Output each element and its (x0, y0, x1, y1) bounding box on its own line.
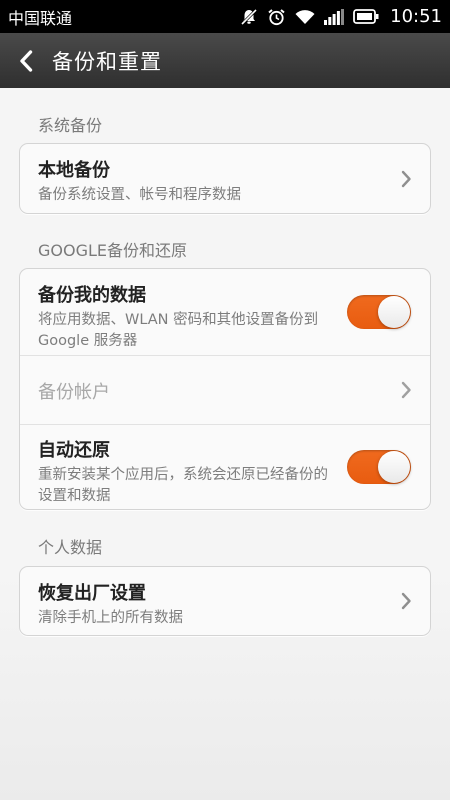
status-icons: 10:51 (240, 6, 442, 27)
list-item-subtitle: 将应用数据、WLAN 密码和其他设置备份到 Google 服务器 (38, 312, 319, 349)
section-label-system-backup: 系统备份 (38, 116, 103, 135)
chevron-right-icon (401, 170, 411, 187)
toggle-knob (378, 296, 410, 328)
list-item-title: 备份我的数据 (38, 285, 146, 306)
chevron-left-icon (20, 49, 33, 72)
status-bar: 中国联通 10:51 (0, 0, 450, 33)
list-item-auto-restore[interactable]: 自动还原 重新安装某个应用后，系统会还原已经备份的设置和数据 (20, 424, 430, 509)
toggle-knob (378, 451, 410, 483)
list-item-factory-reset[interactable]: 恢复出厂设置 清除手机上的所有数据 (20, 567, 430, 635)
alarm-icon (267, 8, 286, 26)
list-item-backup-account[interactable]: 备份帐户 (20, 355, 430, 424)
list-item-backup-my-data[interactable]: 备份我的数据 将应用数据、WLAN 密码和其他设置备份到 Google 服务器 (20, 269, 430, 355)
section-label-personal-data: 个人数据 (38, 538, 103, 557)
auto-restore-toggle[interactable] (347, 450, 411, 484)
list-item-title: 恢复出厂设置 (38, 583, 146, 604)
wifi-icon (295, 9, 315, 25)
list-item-subtitle: 清除手机上的所有数据 (38, 610, 183, 626)
notifications-muted-icon (240, 8, 258, 26)
signal-icon (324, 8, 345, 25)
back-button[interactable] (2, 33, 50, 88)
section-label-google-backup: GOOGLE备份和还原 (38, 241, 188, 260)
chevron-right-icon (401, 381, 411, 399)
card-personal-data: 恢复出厂设置 清除手机上的所有数据 (19, 566, 431, 636)
battery-icon (353, 9, 379, 24)
title-bar: 备份和重置 (0, 33, 450, 88)
list-item-subtitle: 重新安装某个应用后，系统会还原已经备份的设置和数据 (38, 467, 328, 504)
backup-my-data-toggle[interactable] (347, 295, 411, 329)
card-google-backup: 备份我的数据 将应用数据、WLAN 密码和其他设置备份到 Google 服务器 … (19, 268, 431, 510)
list-item-title: 自动还原 (38, 440, 110, 461)
list-item-local-backup[interactable]: 本地备份 备份系统设置、帐号和程序数据 (20, 144, 430, 213)
page-title: 备份和重置 (52, 49, 162, 74)
list-item-title: 本地备份 (38, 160, 110, 181)
list-item-subtitle: 备份系统设置、帐号和程序数据 (38, 187, 241, 203)
list-item-title: 备份帐户 (38, 382, 110, 403)
carrier-name: 中国联通 (8, 8, 73, 28)
card-system-backup: 本地备份 备份系统设置、帐号和程序数据 (19, 143, 431, 214)
chevron-right-icon (401, 592, 411, 610)
clock: 10:51 (390, 6, 442, 27)
